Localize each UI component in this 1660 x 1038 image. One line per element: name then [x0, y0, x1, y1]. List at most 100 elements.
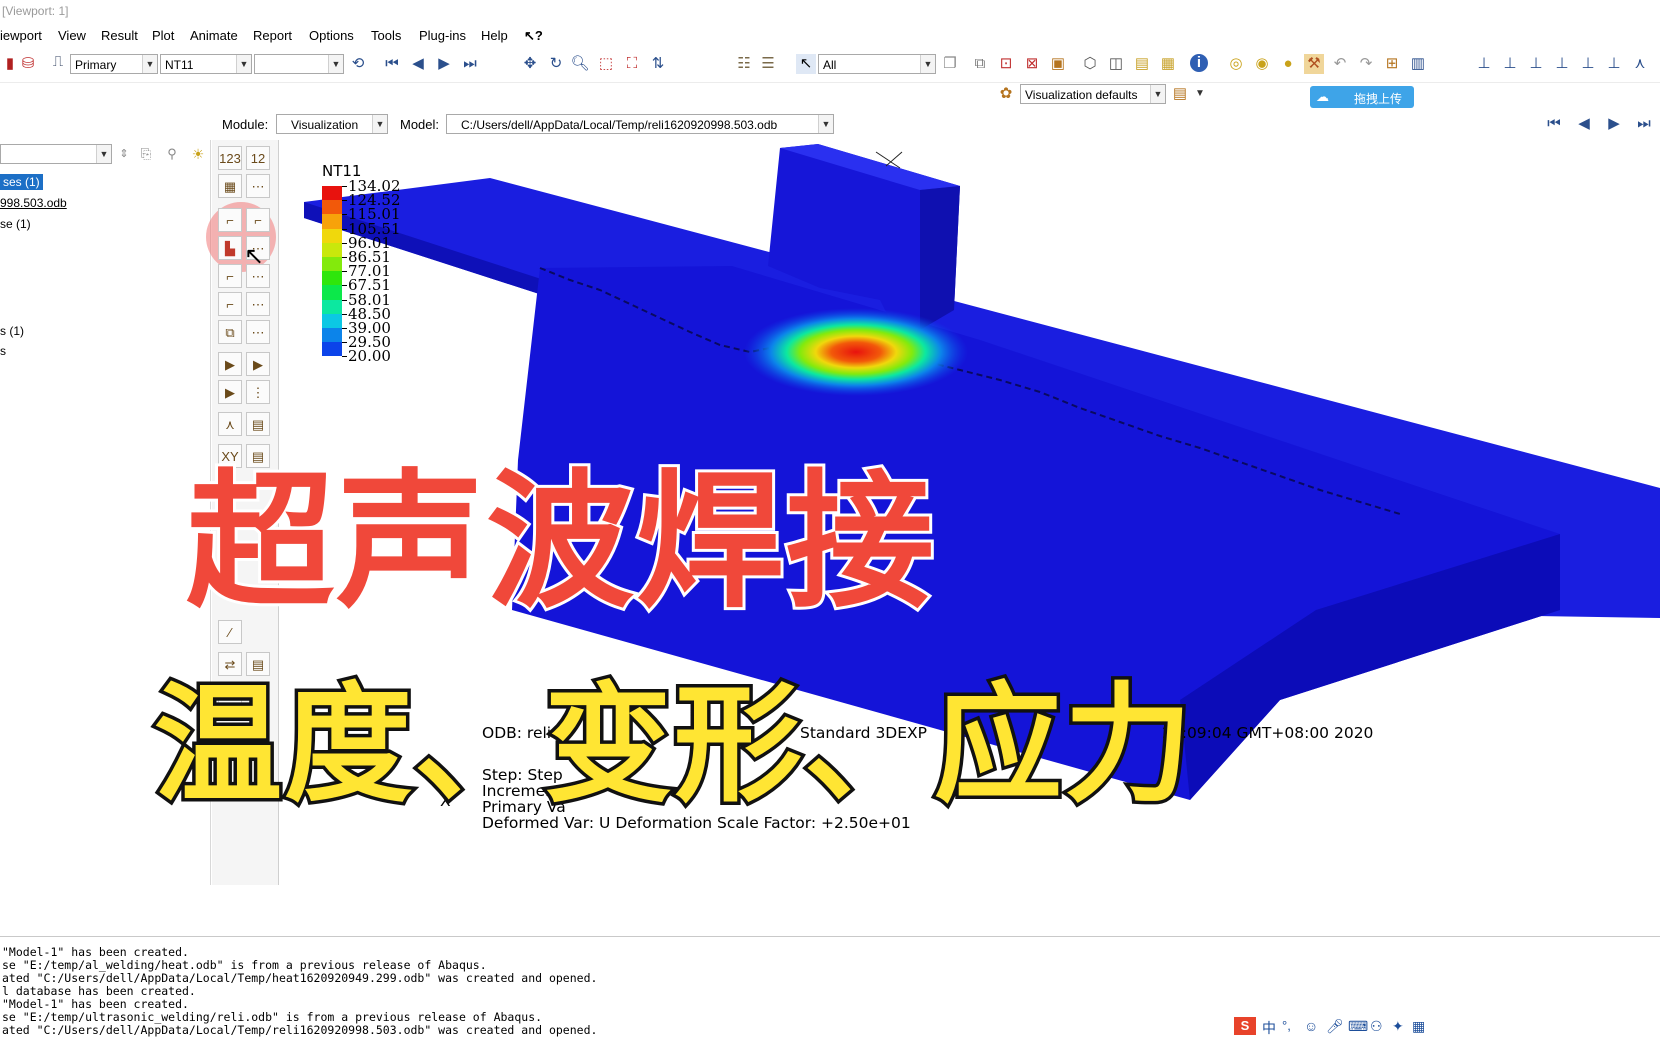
info-icon[interactable]: i — [1190, 54, 1208, 72]
display-group-icon[interactable]: ▣ — [1048, 54, 1068, 74]
last-frame-icon[interactable]: ⏭ — [1634, 114, 1654, 134]
cube-options-icon[interactable]: ▤ — [1170, 84, 1190, 104]
iso-view-icon[interactable]: ⬡ — [1080, 54, 1100, 74]
chevron-down-icon[interactable]: ▼ — [1190, 84, 1210, 104]
next-frame-icon[interactable]: ▶ — [1604, 114, 1624, 134]
microphone-icon[interactable]: 🎤︎ — [1326, 1018, 1344, 1035]
shaded-cube-icon[interactable]: ▤ — [1132, 54, 1152, 74]
mesh-options-icon[interactable]: ⋯ — [246, 174, 270, 198]
menu-result[interactable]: Result — [101, 28, 138, 43]
view-iso-icon[interactable]: ⋏ — [1630, 54, 1650, 74]
menu-help[interactable]: Help — [481, 28, 508, 43]
view-yx-icon[interactable]: ⊥ — [1474, 54, 1494, 74]
box-select-icon[interactable]: ⊡ — [996, 54, 1016, 74]
menu-view[interactable]: View — [58, 28, 86, 43]
tree-icon[interactable]: ⊞ — [1382, 54, 1402, 74]
hammer-icon[interactable]: ⚒ — [1304, 54, 1324, 74]
arrow-updown-icon[interactable]: ⇕ — [114, 144, 134, 164]
tree-item-session[interactable]: s (1) — [0, 324, 24, 338]
tree-item-output-databases[interactable]: ses (1) — [0, 174, 43, 190]
menu-tools[interactable]: Tools — [371, 28, 401, 43]
view-xy-icon[interactable]: ⊥ — [1500, 54, 1520, 74]
ruler-icon[interactable]: ☷ — [734, 54, 754, 74]
selection-filter-combo[interactable]: All ▼ — [818, 54, 936, 74]
symbol-plot-icon[interactable]: ⌐ — [218, 264, 242, 288]
model-combo[interactable]: C:/Users/dell/AppData/Local/Temp/reli162… — [446, 114, 834, 134]
pan-icon[interactable]: ✥ — [520, 54, 540, 74]
field-output-combo[interactable]: NT11 ▼ — [160, 54, 252, 74]
copy-icon[interactable]: ❐ — [940, 54, 960, 74]
overlay-plot-icon[interactable]: ◉ — [1252, 54, 1272, 74]
auto-fit-icon[interactable]: ⛶ — [622, 54, 642, 74]
sogou-logo-icon[interactable]: S — [1234, 1017, 1256, 1035]
contour-plot-icon[interactable]: ▙ — [218, 236, 242, 260]
lightbulb-icon[interactable]: ☀ — [188, 144, 208, 164]
front-view-icon[interactable]: ◫ — [1106, 54, 1126, 74]
upload-button[interactable]: ☁ 拖拽上传 — [1310, 86, 1414, 108]
redo-icon[interactable]: ↷ — [1356, 54, 1376, 74]
view-zx-icon[interactable]: ⊥ — [1526, 54, 1546, 74]
render-style-icon[interactable]: ✿ — [996, 84, 1016, 104]
select-arrow-icon[interactable]: ↖ — [796, 54, 816, 74]
grid-menu-icon[interactable]: ▦ — [1412, 1018, 1425, 1035]
solid-cube-icon[interactable]: ▦ — [1158, 54, 1178, 74]
menu-viewport[interactable]: iewport — [0, 28, 42, 43]
plot-options-icon[interactable]: ⋯ — [246, 320, 270, 344]
query-icon[interactable]: ☰ — [758, 54, 778, 74]
view-cut-icon[interactable]: ⋏ — [218, 412, 242, 436]
next-frame-icon[interactable]: ▶ — [434, 54, 454, 74]
cycle-views-icon[interactable]: ⇅ — [648, 54, 668, 74]
remove-selected-icon[interactable]: ⊠ — [1022, 54, 1042, 74]
database-icon[interactable]: ▮ — [0, 54, 20, 74]
view-yz-icon[interactable]: ⊥ — [1604, 54, 1624, 74]
view-cut-manager-icon[interactable]: ▤ — [246, 412, 270, 436]
menu-report[interactable]: Report — [253, 28, 292, 43]
step-frame-icon[interactable]: ⎍ — [48, 52, 68, 72]
ime-mode[interactable]: 中 — [1262, 1018, 1276, 1038]
last-frame-icon[interactable]: ⏭ — [460, 54, 480, 74]
menu-animate[interactable]: Animate — [190, 28, 238, 43]
undeformed-shape-icon[interactable]: ⌐ — [218, 208, 242, 232]
previous-frame-icon[interactable]: ◀ — [408, 54, 428, 74]
symbol-options-icon[interactable]: ⋯ — [246, 264, 270, 288]
cylinder-icon[interactable]: ⛁ — [18, 54, 38, 74]
replace-icon[interactable]: ⧉ — [970, 54, 990, 74]
sphere-icon[interactable]: ● — [1278, 54, 1298, 74]
keyboard-icon[interactable]: ⌨ — [1348, 1018, 1368, 1035]
tree-item-misc[interactable]: s — [0, 344, 6, 358]
first-frame-icon[interactable]: ⏮ — [382, 54, 402, 74]
emoji-icon[interactable]: ☺ — [1304, 1018, 1318, 1034]
menu-options[interactable]: Options — [309, 28, 354, 43]
view-zy-icon[interactable]: ⊥ — [1578, 54, 1598, 74]
animate-time-icon[interactable]: ▶ — [246, 352, 270, 376]
animate-harmonic-icon[interactable]: ▶ — [218, 380, 242, 404]
label-numbers-alt-icon[interactable]: 12 — [246, 146, 270, 170]
skin-icon[interactable]: ✦ — [1392, 1018, 1404, 1035]
orientation-options-icon[interactable]: ⋯ — [246, 292, 270, 316]
box-zoom-icon[interactable]: ⬚ — [596, 54, 616, 74]
animation-options-icon[interactable]: ⋮ — [246, 380, 270, 404]
rotate-icon[interactable]: ↻ — [546, 54, 566, 74]
filter-icon[interactable]: ⚲ — [162, 144, 182, 164]
allow-multiple-plot-icon[interactable]: ⧉ — [218, 320, 242, 344]
tree-filter-combo[interactable]: ▼ — [0, 144, 112, 164]
component-combo[interactable]: ▼ — [254, 54, 344, 74]
first-frame-icon[interactable]: ⏮ — [1544, 114, 1564, 134]
undo-icon[interactable]: ↶ — [1330, 54, 1350, 74]
render-style-combo[interactable]: Visualization defaults ▼ — [1020, 84, 1166, 104]
zoom-icon[interactable]: 🔍︎ — [570, 54, 590, 74]
refresh-icon[interactable]: ⟲ — [348, 54, 368, 74]
material-orientation-icon[interactable]: ⌐ — [218, 292, 242, 316]
label-numbers-icon[interactable]: 123 — [218, 146, 242, 170]
deformed-shape-icon[interactable]: ⌐ — [246, 208, 270, 232]
menu-plot[interactable]: Plot — [152, 28, 174, 43]
module-combo[interactable]: Visualization ▼ — [276, 114, 388, 134]
window-icon[interactable]: ▥ — [1408, 54, 1428, 74]
previous-frame-icon[interactable]: ◀ — [1574, 114, 1594, 134]
step-combo[interactable]: Primary ▼ — [70, 54, 158, 74]
mesh-icon[interactable]: ▦ — [218, 174, 242, 198]
overlay-icon[interactable]: ◎ — [1226, 54, 1246, 74]
folder-up-icon[interactable]: ⎘ — [136, 144, 156, 164]
view-xz-icon[interactable]: ⊥ — [1552, 54, 1572, 74]
tree-item-cases[interactable]: se (1) — [0, 217, 31, 231]
